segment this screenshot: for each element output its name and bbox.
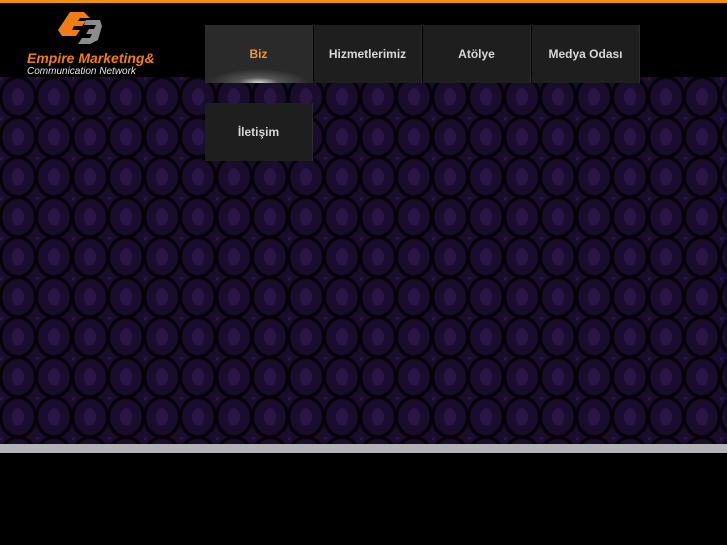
top-accent-line — [0, 0, 727, 3]
logo-mark-icon — [58, 12, 102, 44]
nav-item-atolye[interactable]: Atölye — [423, 25, 531, 83]
nav-item-hizmetlerimiz[interactable]: Hizmetlerimiz — [314, 25, 422, 83]
logo[interactable]: Empire Marketing& Communication Network — [26, 10, 156, 80]
nav-item-biz[interactable]: Biz — [205, 25, 313, 83]
footer-divider — [0, 444, 727, 453]
damask-background — [0, 77, 727, 444]
logo-title: Empire Marketing& — [27, 50, 155, 66]
logo-subtitle: Communication Network — [27, 66, 136, 77]
nav-item-iletisim[interactable]: İletişim — [205, 103, 313, 161]
nav-item-medya-odasi[interactable]: Medya Odası — [532, 25, 640, 83]
